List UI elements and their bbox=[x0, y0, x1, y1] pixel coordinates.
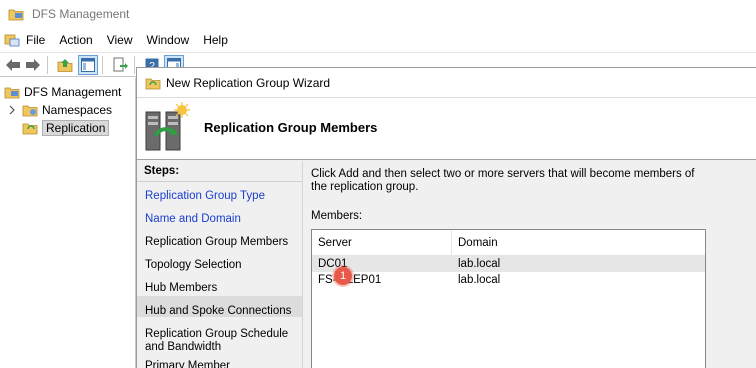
wizard-page-title: Replication Group Members bbox=[204, 120, 378, 135]
menu-view[interactable]: View bbox=[100, 28, 140, 52]
toolbar-separator bbox=[134, 55, 135, 74]
toolbar-separator bbox=[47, 55, 48, 74]
server-cell: DC01 bbox=[318, 258, 348, 270]
show-hide-console-tree-icon bbox=[81, 57, 95, 72]
wizard-title: New Replication Group Wizard bbox=[166, 75, 331, 90]
dfs-management-icon bbox=[4, 87, 20, 99]
chevron-right-icon[interactable] bbox=[8, 105, 16, 115]
step-name-and-domain[interactable]: Name and Domain bbox=[145, 213, 241, 226]
tree-item-namespaces[interactable]: Namespaces bbox=[8, 101, 112, 119]
table-row[interactable]: DC01 lab.local bbox=[312, 256, 705, 272]
show-hide-console-tree-button[interactable] bbox=[78, 54, 98, 75]
title-bar: DFS Management bbox=[0, 0, 756, 28]
export-list-button[interactable] bbox=[110, 55, 130, 75]
members-label: Members: bbox=[311, 210, 363, 222]
step-number-badge: 1 bbox=[334, 267, 352, 285]
tree-item-label: Replication bbox=[42, 120, 110, 136]
column-header-domain[interactable]: Domain bbox=[452, 230, 705, 255]
dfs-management-icon bbox=[8, 9, 24, 21]
forward-button[interactable] bbox=[23, 55, 43, 75]
step-topology-selection: Topology Selection bbox=[145, 259, 242, 271]
wizard-steps-pane: Steps: Replication Group Type Name and D… bbox=[137, 161, 303, 368]
tree-item-label: Namespaces bbox=[42, 103, 113, 117]
forward-arrow-icon bbox=[26, 58, 40, 71]
up-folder-icon bbox=[57, 58, 73, 72]
domain-cell: lab.local bbox=[458, 274, 501, 286]
server-cell: FS-FILEP01 bbox=[312, 272, 452, 288]
wizard-icon bbox=[145, 78, 161, 89]
menu-file[interactable]: File bbox=[20, 28, 52, 52]
replication-group-icon bbox=[145, 102, 190, 151]
up-one-level-button[interactable] bbox=[55, 55, 75, 75]
step-hub-members: Hub Members bbox=[145, 282, 218, 294]
back-button[interactable] bbox=[3, 55, 23, 75]
export-list-icon bbox=[113, 57, 128, 71]
menu-window[interactable]: Window bbox=[140, 28, 197, 52]
wizard-header: Replication Group Members bbox=[137, 98, 756, 160]
members-list[interactable]: Server Domain DC01 lab.local FS-FILEP01 … bbox=[311, 229, 706, 368]
new-replication-group-wizard: New Replication Group Wizard Replication… bbox=[136, 67, 756, 368]
step-replication-group-type[interactable]: Replication Group Type bbox=[145, 190, 265, 203]
menu-action[interactable]: Action bbox=[52, 28, 99, 52]
list-header: Server Domain bbox=[312, 230, 705, 256]
tree-item-label: DFS Management bbox=[24, 85, 122, 99]
window-title: DFS Management bbox=[32, 7, 130, 21]
back-arrow-icon bbox=[6, 58, 20, 71]
menu-help[interactable]: Help bbox=[196, 28, 235, 52]
step-replication-group-members: Replication Group Members bbox=[145, 236, 289, 248]
step-primary-member: Primary Member bbox=[145, 360, 230, 368]
step-hub-and-spoke-connections: Hub and Spoke Connections bbox=[145, 305, 292, 317]
steps-heading: Steps: bbox=[137, 161, 302, 182]
step-schedule-and-bandwidth: Replication Group Schedule and Bandwidth bbox=[145, 328, 289, 353]
console-tree: DFS Management Namespaces Replication bbox=[0, 78, 136, 368]
menu-bar: File Action View Window Help bbox=[0, 28, 756, 52]
wizard-title-bar: New Replication Group Wizard bbox=[137, 68, 756, 98]
instruction-text: Click Add and then select two or more se… bbox=[311, 168, 695, 193]
column-header-server[interactable]: Server bbox=[312, 230, 452, 255]
domain-cell: lab.local bbox=[458, 258, 501, 270]
tree-item-replication[interactable]: Replication bbox=[22, 119, 110, 137]
console-icon[interactable] bbox=[4, 32, 20, 48]
toolbar-separator bbox=[102, 55, 103, 74]
replication-icon bbox=[22, 123, 38, 135]
tree-item-dfs-management[interactable]: DFS Management bbox=[4, 83, 121, 101]
wizard-content: Click Add and then select two or more se… bbox=[311, 168, 751, 368]
namespace-icon bbox=[22, 105, 38, 117]
table-row[interactable]: FS-FILEP01 lab.local bbox=[312, 272, 705, 288]
